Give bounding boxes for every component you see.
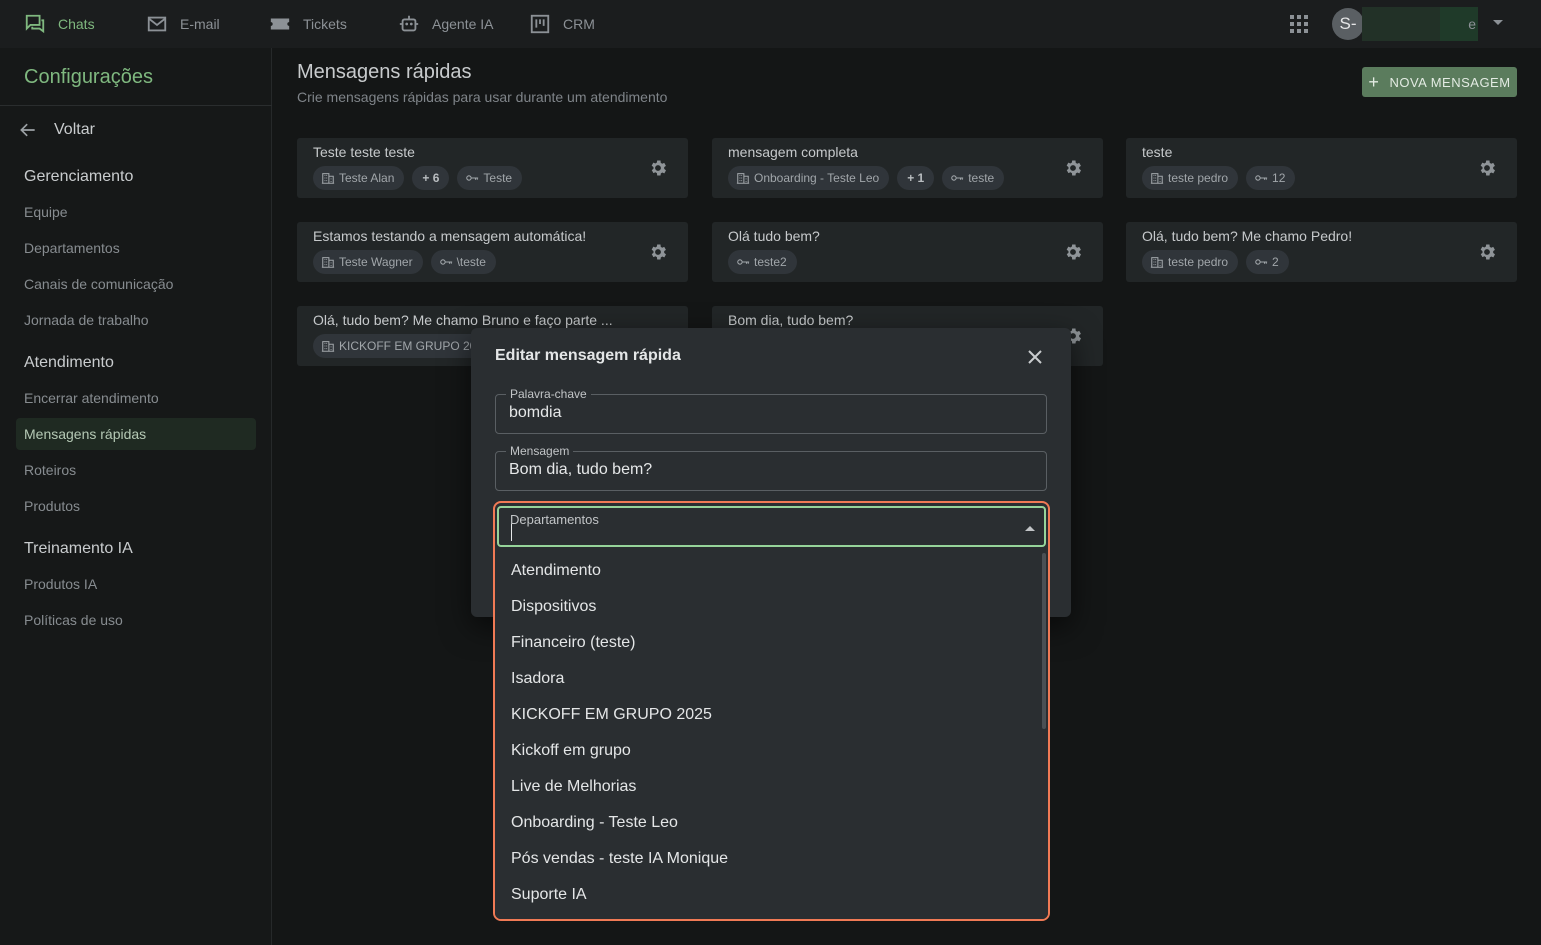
dropdown-option[interactable]: Atendimento [495,553,1048,589]
dropdown-option[interactable]: Live de Melhorias [495,769,1048,805]
keyword-field: Palavra-chave [495,387,1047,434]
departments-dropdown-list: Atendimento Dispositivos Financeiro (tes… [495,553,1048,919]
departments-input[interactable]: Departamentos [497,506,1046,547]
close-icon[interactable] [1023,345,1047,369]
dropdown-option[interactable]: KICKOFF EM GRUPO 2025 [495,697,1048,733]
message-field-label: Mensagem [506,444,574,458]
dropdown-option[interactable]: Dispositivos [495,589,1048,625]
departments-field-label: Departamentos [510,512,599,527]
message-input[interactable] [509,461,1029,479]
dropdown-option[interactable]: Suporte IA [495,877,1048,913]
dropdown-option[interactable]: Isadora [495,661,1048,697]
keyword-field-label: Palavra-chave [506,387,591,401]
dropdown-scrollbar[interactable] [1042,553,1046,729]
dropdown-option[interactable]: Kickoff em grupo [495,733,1048,769]
dropdown-option[interactable]: Onboarding - Teste Leo [495,805,1048,841]
dropdown-option[interactable]: Pós vendas - teste IA Monique [495,841,1048,877]
dialog-title: Editar mensagem rápida [495,347,681,364]
message-field: Mensagem [495,444,1047,491]
keyword-input[interactable] [509,404,1029,422]
chevron-up-icon[interactable] [1025,526,1035,531]
dropdown-option[interactable]: Financeiro (teste) [495,625,1048,661]
text-cursor [511,524,512,541]
departments-autocomplete: Departamentos Atendimento Dispositivos F… [493,501,1050,921]
